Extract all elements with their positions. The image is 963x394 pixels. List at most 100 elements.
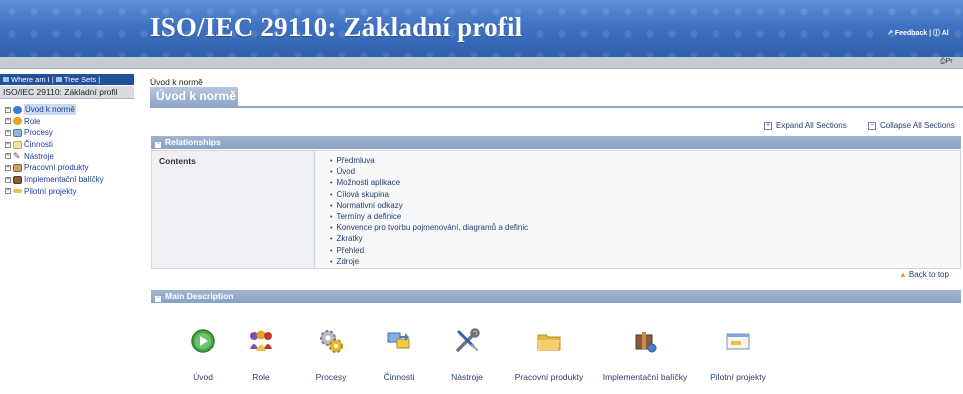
print-link[interactable]: ⎙Pr xyxy=(940,58,953,66)
tile-uvod[interactable] xyxy=(189,327,217,357)
tree-item-label: Procesy xyxy=(24,128,53,138)
tree-sets-icon xyxy=(55,77,62,82)
tree-item-implementacni-balicky[interactable]: + Implementační balíčky xyxy=(5,174,133,185)
nav-toolbar: Where am I | Tree Sets | xyxy=(0,74,134,85)
collapse-section-icon[interactable]: − xyxy=(155,295,161,302)
feedback-link[interactable]: Feedback xyxy=(895,30,927,37)
contents-link[interactable]: Konvence pro tvorbu pojmenování, diagram… xyxy=(330,223,528,234)
package-icon xyxy=(13,175,22,184)
expand-icon[interactable]: + xyxy=(5,141,11,148)
back-to-top-icon: ▲ xyxy=(899,270,907,279)
contents-link[interactable]: Cílová skupina xyxy=(330,190,528,201)
contents-link[interactable]: Zkratky xyxy=(330,234,528,245)
nav-breadcrumb: ISO/IEC 29110: Základní profil xyxy=(0,86,134,99)
tile-nastroje[interactable] xyxy=(453,327,481,357)
tile-pilotni-projekty[interactable] xyxy=(724,327,752,357)
tile-label[interactable]: Činnosti xyxy=(384,372,415,382)
tile-label[interactable]: Nástroje xyxy=(451,372,483,382)
tile-cinnosti[interactable] xyxy=(385,327,413,357)
expand-icon[interactable]: + xyxy=(5,118,11,125)
expand-icon[interactable]: + xyxy=(5,153,11,160)
tile-implementacni-balicky[interactable] xyxy=(631,327,659,357)
tree-item-label: Role xyxy=(24,116,41,126)
activity-icon xyxy=(387,332,410,349)
tree-item-nastroje[interactable]: + ✎ Nástroje xyxy=(5,151,133,162)
play-icon xyxy=(191,329,215,353)
roles-icon xyxy=(250,330,272,351)
expand-icon[interactable]: + xyxy=(5,164,11,171)
relationships-label-cell: Contents xyxy=(152,151,315,268)
tile-label[interactable]: Implementační balíčky xyxy=(603,372,688,382)
back-to-top-label: Back to top xyxy=(908,270,949,279)
collapse-all-icon: − xyxy=(868,121,876,130)
expand-icon[interactable]: + xyxy=(5,176,11,183)
expand-all-button[interactable]: + Expand All Sections xyxy=(764,121,847,130)
sub-toolbar xyxy=(0,57,963,69)
where-am-i-icon xyxy=(3,77,9,82)
tile-label[interactable]: Pracovní produkty xyxy=(515,372,584,382)
contents-link[interactable]: Možnosti aplikace xyxy=(330,178,528,189)
tree-item-label: Pracovní produkty xyxy=(24,163,89,173)
tile-pracovni-produkty[interactable] xyxy=(535,327,563,357)
pilot-icon xyxy=(726,333,750,350)
nav-tree: + Úvod k normě + Role + Procesy + Činnos… xyxy=(5,104,133,198)
tree-item-pilotni-projekty[interactable]: + Pilotní projekty xyxy=(5,186,133,197)
tile-label[interactable]: Pilotní projekty xyxy=(710,372,766,382)
main-description-header[interactable]: − Main Description xyxy=(151,290,961,303)
contents-link[interactable]: Úvod xyxy=(330,167,528,178)
contents-link[interactable]: Zdroje xyxy=(330,257,528,268)
collapse-all-label: Collapse All Sections xyxy=(880,121,955,130)
main-description-title: Main Description xyxy=(165,291,234,301)
process-icon xyxy=(13,128,22,137)
expand-all-icon: + xyxy=(764,121,772,130)
contents-link[interactable]: Přehled xyxy=(330,246,528,257)
contents-link[interactable]: Normativní odkazy xyxy=(330,201,528,212)
nav-toolbar-separator: | xyxy=(98,75,101,84)
tile-procesy[interactable] xyxy=(317,327,345,357)
tree-item-label: Implementační balíčky xyxy=(24,175,104,185)
expand-icon[interactable]: + xyxy=(5,188,11,195)
header-links: ↗ Feedback | ⓘ Al xyxy=(887,28,949,38)
nav-toolbar-separator: | xyxy=(51,75,54,84)
tree-item-role[interactable]: + Role xyxy=(5,116,133,127)
relationships-header[interactable]: − Relationships xyxy=(151,136,961,149)
tile-label[interactable]: Procesy xyxy=(316,372,347,382)
tree-item-cinnosti[interactable]: + Činnosti xyxy=(5,139,133,150)
tools-icon: ✎ xyxy=(13,151,21,162)
feedback-icon: ↗ xyxy=(887,30,893,37)
collapse-all-button[interactable]: − Collapse All Sections xyxy=(868,121,955,130)
header-banner: ISO/IEC 29110: Základní profil ↗ Feedbac… xyxy=(0,0,963,57)
collapse-section-icon[interactable]: − xyxy=(155,141,161,148)
contents-link[interactable]: Předmluva xyxy=(330,156,528,167)
relationships-table: Contents Předmluva Úvod Možnosti aplikac… xyxy=(151,150,961,269)
tile-label[interactable]: Úvod xyxy=(193,372,213,382)
contents-label: Contents xyxy=(159,156,196,166)
activity-icon xyxy=(13,140,22,149)
intro-icon xyxy=(13,105,22,114)
extra-link[interactable]: Al xyxy=(942,30,949,37)
back-to-top-link[interactable]: ▲ Back to top xyxy=(899,270,949,279)
content-tab[interactable]: Úvod k normě xyxy=(150,87,238,106)
tile-label[interactable]: Role xyxy=(252,372,269,382)
tile-role[interactable] xyxy=(247,327,275,357)
main-description-body: Úvod Role Procesy Činnosti Nástroje Prac… xyxy=(151,304,961,394)
tree-sets-button[interactable]: Tree Sets xyxy=(64,75,96,84)
expand-icon[interactable]: + xyxy=(5,106,11,113)
folder-icon xyxy=(537,334,561,351)
package-icon xyxy=(635,332,657,353)
info-icon: ⓘ xyxy=(933,30,940,37)
expand-all-label: Expand All Sections xyxy=(776,121,847,130)
tree-item-label: Úvod k normě xyxy=(24,104,76,115)
workproduct-icon xyxy=(13,163,22,172)
relationships-values-cell: Předmluva Úvod Možnosti aplikace Cílová … xyxy=(316,151,960,268)
tree-item-uvod[interactable]: + Úvod k normě xyxy=(5,104,133,115)
expand-icon[interactable]: + xyxy=(5,129,11,136)
contents-link[interactable]: Termíny a definice xyxy=(330,212,528,223)
relationships-title: Relationships xyxy=(165,137,221,147)
tree-item-procesy[interactable]: + Procesy xyxy=(5,127,133,138)
where-am-i-button[interactable]: Where am I xyxy=(11,75,50,84)
print-label: Pr xyxy=(945,58,953,65)
tree-item-pracovni-produkty[interactable]: + Pracovní produkty xyxy=(5,162,133,173)
tree-item-label: Pilotní projekty xyxy=(24,186,77,196)
content-path: Úvod k normě xyxy=(150,77,203,87)
